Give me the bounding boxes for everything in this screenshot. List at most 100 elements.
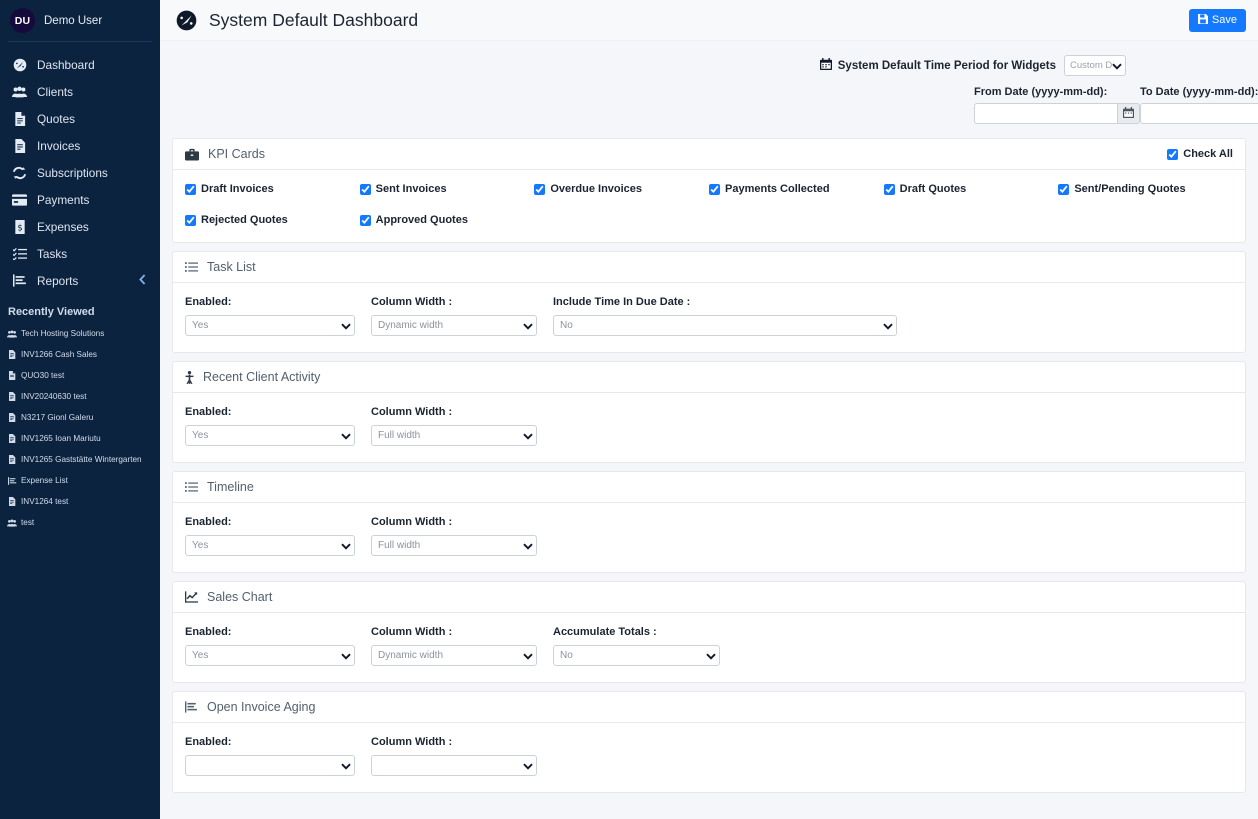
field-label: Enabled:: [185, 626, 355, 638]
kpi-checkbox-overdue-invoices[interactable]: Overdue Invoices: [534, 183, 709, 195]
kpi-checkbox-input[interactable]: [1058, 184, 1069, 195]
sidebar-user-name: Demo User: [44, 15, 102, 27]
kpi-checkbox-sent-pending-quotes[interactable]: Sent/Pending Quotes: [1058, 183, 1233, 195]
recently-viewed-item[interactable]: INV1265 Ioan Mariutu: [0, 428, 160, 449]
timeline-enabled-field: Enabled: Yes: [185, 516, 355, 556]
kpi-checkbox-approved-quotes[interactable]: Approved Quotes: [360, 214, 535, 226]
sales-chart-enabled-select[interactable]: Yes: [185, 645, 355, 666]
time-period-select[interactable]: Custom D: [1064, 55, 1126, 76]
kpi-checkbox-input[interactable]: [185, 184, 196, 195]
kpi-checkbox-grid: Draft Invoices Sent Invoices Overdue Inv…: [185, 183, 1233, 226]
task-list-include-time-select[interactable]: No: [553, 315, 897, 336]
sales-chart-enabled-field: Enabled: Yes: [185, 626, 355, 666]
sidebar-item-subscriptions[interactable]: Subscriptions: [0, 159, 160, 186]
task-list-column-width-select[interactable]: Dynamic width: [371, 315, 537, 336]
kpi-checkbox-label: Approved Quotes: [376, 214, 468, 226]
select-wrap: Yes: [185, 645, 355, 666]
invoices-icon: [12, 139, 27, 153]
recently-viewed-item[interactable]: INV1265 Gaststätte Wintergarten: [0, 449, 160, 470]
timeline-enabled-select[interactable]: Yes: [185, 535, 355, 556]
sidebar-item-payments[interactable]: Payments: [0, 186, 160, 213]
to-date-input[interactable]: [1140, 103, 1258, 124]
sidebar-item-reports[interactable]: Reports: [0, 267, 160, 294]
open-invoice-aging-enabled-select[interactable]: [185, 755, 355, 776]
timeline-column-width-select[interactable]: Full width: [371, 535, 537, 556]
widget-cards: KPI Cards Check All Draft Invoices Sent …: [160, 124, 1258, 793]
kpi-checkbox-input[interactable]: [884, 184, 895, 195]
timeline-header: Timeline: [173, 472, 1245, 503]
task-list-title: Task List: [207, 260, 1233, 274]
sidebar-item-dashboard[interactable]: Dashboard: [0, 51, 160, 78]
calendar-icon: [820, 58, 832, 73]
recently-viewed-item[interactable]: Tech Hosting Solutions: [0, 323, 160, 344]
field-label: Enabled:: [185, 736, 355, 748]
open-invoice-aging-enabled-field: Enabled:: [185, 736, 355, 776]
kpi-checkbox-draft-invoices[interactable]: Draft Invoices: [185, 183, 360, 195]
recently-viewed-item[interactable]: Expense List: [0, 470, 160, 491]
kpi-checkbox-input[interactable]: [709, 184, 720, 195]
recently-viewed-item[interactable]: test: [0, 512, 160, 533]
recent-client-activity-enabled-select[interactable]: Yes: [185, 425, 355, 446]
field-label: Column Width :: [371, 516, 537, 528]
timeline-fields: Enabled: Yes Column Width : Full wi: [185, 516, 1233, 556]
sidebar-item-tasks[interactable]: Tasks: [0, 240, 160, 267]
sales-chart-body: Enabled: Yes Column Width : Dynamic: [173, 613, 1245, 682]
task-list-enabled-select[interactable]: Yes: [185, 315, 355, 336]
kpi-checkbox-input[interactable]: [185, 215, 196, 226]
time-period-row: System Default Time Period for Widgets C…: [172, 55, 1246, 76]
save-button[interactable]: Save: [1189, 9, 1246, 32]
from-date-group: From Date (yyyy-mm-dd):: [974, 86, 1140, 124]
invoices-icon: [7, 455, 17, 464]
kpi-cards-title: KPI Cards: [208, 147, 1158, 161]
recently-viewed-item[interactable]: QUO30 test: [0, 365, 160, 386]
kpi-checkbox-label: Sent/Pending Quotes: [1074, 183, 1185, 195]
sidebar-item-invoices[interactable]: Invoices: [0, 132, 160, 159]
check-all-checkbox[interactable]: Check All: [1167, 148, 1233, 160]
sidebar-item-label: Tasks: [37, 247, 67, 261]
time-period-select-wrap: Custom D: [1064, 55, 1126, 76]
from-date-calendar-button[interactable]: [1117, 103, 1140, 124]
select-wrap: [185, 755, 355, 776]
briefcase-icon: [185, 148, 199, 161]
timeline-column-width-field: Column Width : Full width: [371, 516, 537, 556]
sidebar-item-expenses[interactable]: $ Expenses: [0, 213, 160, 240]
line-chart-icon: [185, 591, 198, 603]
recent-client-activity-column-width-select[interactable]: Full width: [371, 425, 537, 446]
open-invoice-aging-column-width-select[interactable]: [371, 755, 537, 776]
recent-client-activity-body: Enabled: Yes Column Width : Full wi: [173, 393, 1245, 462]
select-wrap: Dynamic width: [371, 645, 537, 666]
sidebar-item-clients[interactable]: Clients: [0, 78, 160, 105]
sidebar-item-quotes[interactable]: Quotes: [0, 105, 160, 132]
kpi-checkbox-input[interactable]: [360, 215, 371, 226]
check-all-input[interactable]: [1167, 149, 1178, 160]
sales-chart-accumulate-totals-select[interactable]: No: [553, 645, 720, 666]
invoices-icon: [7, 413, 17, 422]
kpi-checkbox-input[interactable]: [360, 184, 371, 195]
save-icon: [1198, 14, 1208, 27]
recent-client-activity-title: Recent Client Activity: [203, 370, 1233, 384]
recent-client-activity-fields: Enabled: Yes Column Width : Full wi: [185, 406, 1233, 446]
sidebar-item-label: Reports: [37, 274, 78, 288]
recently-viewed-item[interactable]: INV1264 test: [0, 491, 160, 512]
kpi-checkbox-draft-quotes[interactable]: Draft Quotes: [884, 183, 1059, 195]
invoices-icon: [7, 392, 17, 401]
kpi-checkbox-rejected-quotes[interactable]: Rejected Quotes: [185, 214, 360, 226]
kpi-checkbox-label: Rejected Quotes: [201, 214, 288, 226]
recently-viewed-label: INV1265 Gaststätte Wintergarten: [21, 455, 142, 464]
recently-viewed-list: Tech Hosting Solutions INV1266 Cash Sale…: [0, 323, 160, 533]
kpi-checkbox-input[interactable]: [534, 184, 545, 195]
recently-viewed-title: Recently Viewed: [0, 294, 160, 323]
list-icon: [185, 481, 198, 493]
recently-viewed-label: Tech Hosting Solutions: [21, 329, 104, 338]
kpi-cards-body: Draft Invoices Sent Invoices Overdue Inv…: [173, 170, 1245, 242]
recently-viewed-item[interactable]: INV1266 Cash Sales: [0, 344, 160, 365]
recently-viewed-item[interactable]: N3217 Gionl Galeru: [0, 407, 160, 428]
from-date-input[interactable]: [974, 103, 1117, 124]
recently-viewed-item[interactable]: INV20240630 test: [0, 386, 160, 407]
kpi-checkbox-payments-collected[interactable]: Payments Collected: [709, 183, 884, 195]
sidebar-user[interactable]: DU Demo User: [0, 0, 160, 41]
select-wrap: Dynamic width: [371, 315, 537, 336]
sales-chart-column-width-select[interactable]: Dynamic width: [371, 645, 537, 666]
kpi-checkbox-sent-invoices[interactable]: Sent Invoices: [360, 183, 535, 195]
chevron-left-icon[interactable]: [139, 274, 146, 288]
